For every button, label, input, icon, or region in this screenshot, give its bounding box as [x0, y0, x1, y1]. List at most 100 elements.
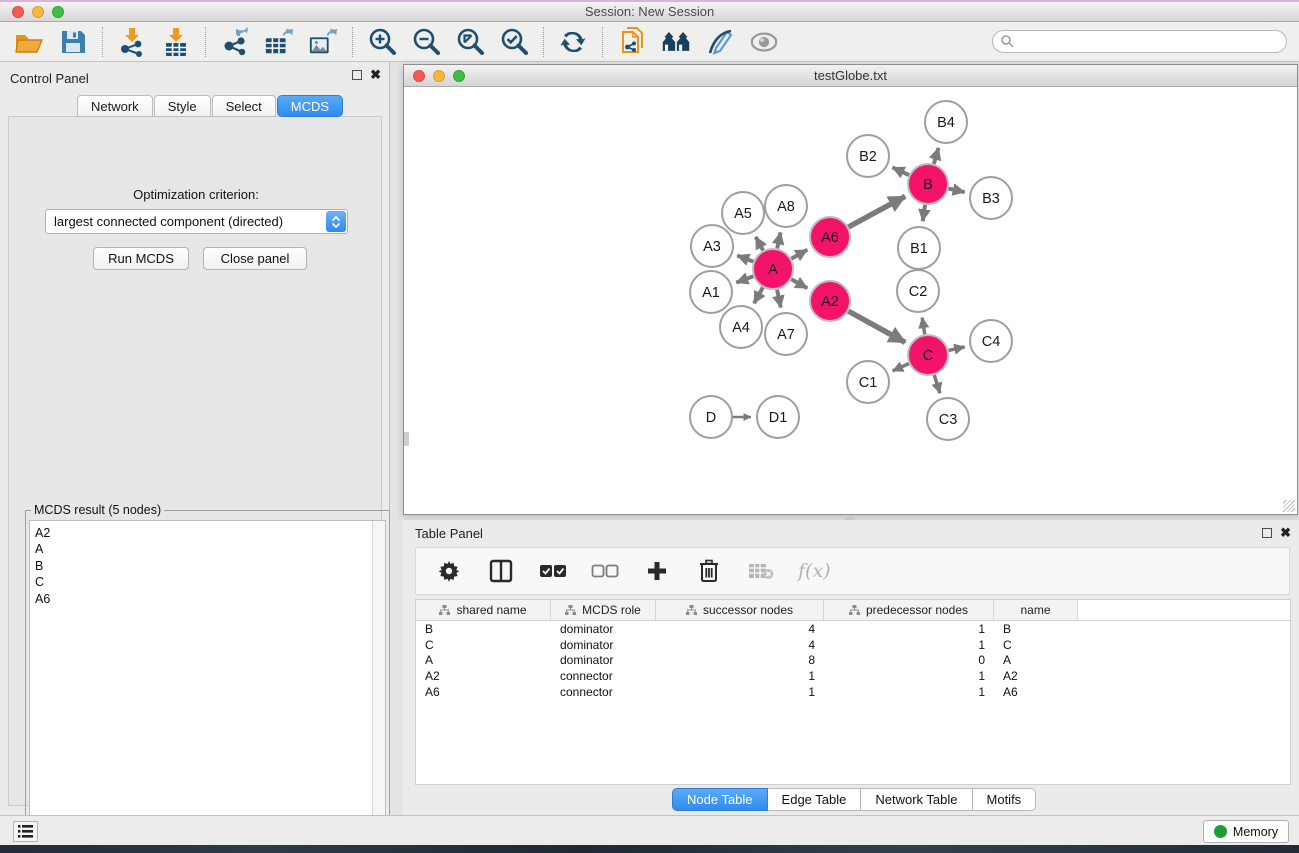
graph-edge-B-B2[interactable] [892, 167, 909, 175]
column-header-name[interactable]: name [994, 600, 1078, 620]
graph-edge-C-C2[interactable] [922, 318, 925, 335]
zoom-selected-icon[interactable] [499, 27, 529, 57]
zoom-out-icon[interactable] [411, 27, 441, 57]
graph-node-C1[interactable]: C1 [847, 361, 889, 403]
table-row[interactable]: A2connector11A2 [416, 668, 1290, 684]
show-graphics-icon[interactable] [749, 27, 779, 57]
table-cell[interactable]: A2 [994, 669, 1078, 683]
table-cell[interactable]: dominator [551, 622, 656, 636]
first-neighbors-icon[interactable] [661, 27, 691, 57]
graph-node-B2[interactable]: B2 [847, 135, 889, 177]
graph-edge-B-B1[interactable] [923, 205, 925, 221]
graph-edge-A-A4[interactable] [754, 287, 763, 303]
column-layout-icon[interactable] [486, 556, 516, 586]
import-network-icon[interactable] [117, 27, 147, 57]
table-cell[interactable]: A6 [994, 685, 1078, 699]
save-session-icon[interactable] [58, 27, 88, 57]
mcds-result-item[interactable]: B [30, 558, 385, 574]
search-input[interactable] [992, 30, 1287, 53]
table-cell[interactable]: 4 [656, 622, 824, 636]
clone-network-icon[interactable] [617, 27, 647, 57]
network-canvas[interactable]: B4B2BB3A8A5A6A3B1AC2A1A2A4A7C4CC1DD1C3 [404, 87, 1297, 514]
graph-edge-A6-B[interactable] [848, 196, 905, 227]
table-cell[interactable]: 4 [656, 638, 824, 652]
graph-edge-C-C4[interactable] [948, 347, 964, 351]
mcds-result-item[interactable]: A2 [30, 525, 385, 541]
select-all-icon[interactable] [538, 556, 568, 586]
export-image-icon[interactable] [308, 27, 338, 57]
table-row[interactable]: A6connector11A6 [416, 684, 1290, 700]
graph-node-C2[interactable]: C2 [897, 270, 939, 312]
float-panel-icon[interactable] [352, 70, 362, 80]
tab-motifs[interactable]: Motifs [973, 788, 1037, 811]
add-column-icon[interactable] [642, 556, 672, 586]
network-graph[interactable]: B4B2BB3A8A5A6A3B1AC2A1A2A4A7C4CC1DD1C3 [404, 87, 1297, 514]
tab-select[interactable]: Select [212, 95, 276, 117]
graph-edge-A-A3[interactable] [737, 256, 753, 262]
column-header-mcds-role[interactable]: MCDS role [551, 600, 656, 620]
table-cell[interactable]: B [416, 622, 551, 636]
criterion-dropdown[interactable]: largest connected component (directed) [45, 209, 348, 234]
column-header-predecessor-nodes[interactable]: predecessor nodes [824, 600, 994, 620]
refresh-icon[interactable] [558, 27, 588, 57]
tab-edge-table[interactable]: Edge Table [768, 788, 862, 811]
close-table-panel-icon[interactable]: ✖ [1280, 528, 1291, 538]
float-table-panel-icon[interactable] [1262, 528, 1272, 538]
graph-edge-B-B4[interactable] [934, 148, 939, 164]
zoom-fit-icon[interactable] [455, 27, 485, 57]
zoom-in-icon[interactable] [367, 27, 397, 57]
table-cell[interactable]: B [994, 622, 1078, 636]
tab-mcds[interactable]: MCDS [277, 95, 343, 117]
window-resize-grip[interactable] [1283, 500, 1295, 512]
graph-edge-A-A7[interactable] [777, 290, 781, 308]
deselect-all-icon[interactable] [590, 556, 620, 586]
close-panel-button[interactable]: Close panel [203, 247, 307, 270]
mcds-result-list[interactable]: A2ABCA6 [29, 520, 386, 848]
table-cell[interactable]: C [994, 638, 1078, 652]
node-table[interactable]: shared name MCDS role successor nodes pr… [415, 599, 1291, 785]
settings-icon[interactable] [434, 556, 464, 586]
tab-style[interactable]: Style [154, 95, 211, 117]
graph-node-D1[interactable]: D1 [757, 396, 799, 438]
graph-node-A[interactable]: A [753, 249, 793, 289]
graph-node-D[interactable]: D [690, 396, 732, 438]
table-row[interactable]: Cdominator41C [416, 637, 1290, 653]
table-row[interactable]: Adominator80A [416, 653, 1290, 669]
mcds-result-item[interactable]: A [30, 541, 385, 557]
table-cell[interactable]: 1 [824, 685, 994, 699]
tab-network-table[interactable]: Network Table [861, 788, 972, 811]
graph-node-C[interactable]: C [908, 335, 948, 375]
table-cell[interactable]: dominator [551, 653, 656, 667]
import-table-icon[interactable] [161, 27, 191, 57]
run-mcds-button[interactable]: Run MCDS [93, 247, 189, 270]
column-header-successor-nodes[interactable]: successor nodes [656, 600, 824, 620]
graph-node-A1[interactable]: A1 [690, 271, 732, 313]
graph-node-B[interactable]: B [908, 164, 948, 204]
graph-edge-A-A1[interactable] [736, 276, 753, 282]
tab-node-table[interactable]: Node Table [672, 788, 768, 811]
table-cell[interactable]: A2 [416, 669, 551, 683]
network-window-titlebar[interactable]: testGlobe.txt [404, 65, 1297, 87]
graph-edge-A-A8[interactable] [777, 232, 780, 248]
export-table-icon[interactable] [264, 27, 294, 57]
open-file-icon[interactable] [14, 27, 44, 57]
table-cell[interactable]: dominator [551, 638, 656, 652]
table-row[interactable]: Bdominator41B [416, 621, 1290, 637]
graph-node-C4[interactable]: C4 [970, 320, 1012, 362]
graph-node-A6[interactable]: A6 [810, 217, 850, 257]
table-cell[interactable]: A [416, 653, 551, 667]
export-network-icon[interactable] [220, 27, 250, 57]
graph-edge-C-C1[interactable] [893, 364, 909, 371]
graph-edge-A-A5[interactable] [756, 237, 763, 251]
graph-node-A7[interactable]: A7 [765, 313, 807, 355]
graph-node-B3[interactable]: B3 [970, 177, 1012, 219]
column-header-shared-name[interactable]: shared name [416, 600, 551, 620]
table-cell[interactable]: 1 [824, 638, 994, 652]
graph-node-A2[interactable]: A2 [810, 281, 850, 321]
mcds-result-item[interactable]: A6 [30, 591, 385, 607]
table-cell[interactable]: 0 [824, 653, 994, 667]
graph-edge-A2-C[interactable] [848, 311, 905, 342]
table-cell[interactable]: connector [551, 685, 656, 699]
table-cell[interactable]: C [416, 638, 551, 652]
mcds-list-scrollbar[interactable] [372, 521, 385, 847]
